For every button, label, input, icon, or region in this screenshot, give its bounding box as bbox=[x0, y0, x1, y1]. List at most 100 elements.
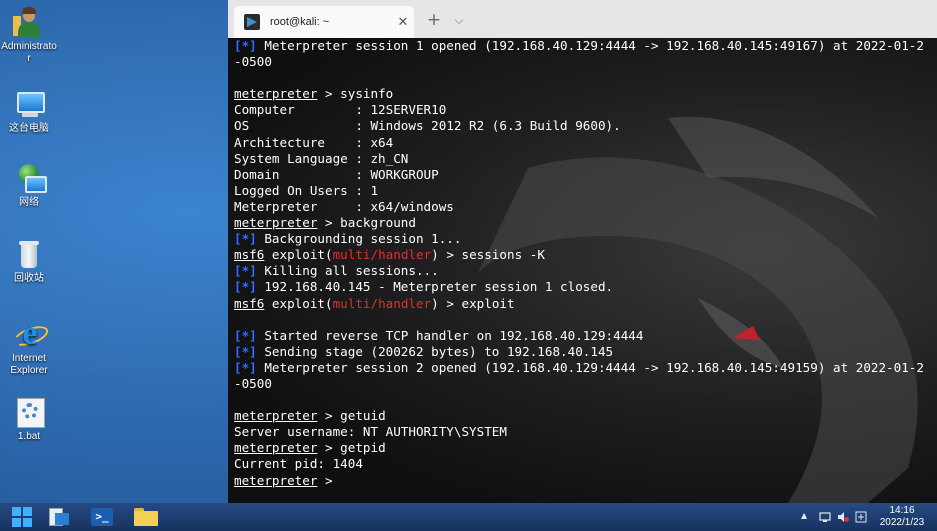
terminal-text: Meterpreter session 2 opened (192.168.40… bbox=[256, 359, 924, 375]
terminal-text: multi/handler bbox=[332, 295, 432, 311]
terminal-icon bbox=[244, 14, 260, 30]
taskbar-powershell[interactable]: >_ bbox=[80, 503, 124, 531]
clock-date: 2022/1/23 bbox=[879, 517, 925, 528]
terminal-line: [*] 192.168.40.145 - Meterpreter session… bbox=[234, 279, 937, 295]
desktop-icon-label: 网络 bbox=[19, 197, 39, 208]
terminal-line: Computer : 12SERVER10 bbox=[234, 102, 937, 118]
terminal-line: msf6 exploit(multi/handler) > sessions -… bbox=[234, 247, 937, 263]
clock[interactable]: 14:16 2022/1/23 bbox=[877, 505, 927, 529]
terminal-line: Architecture : x64 bbox=[234, 135, 937, 151]
terminal-line: meterpreter > sysinfo bbox=[234, 86, 937, 102]
terminal-line: Current pid: 1404 bbox=[234, 456, 937, 472]
desktop-icon-this-pc[interactable]: 这台电脑 bbox=[0, 88, 58, 135]
desktop-icon-label: 1.bat bbox=[17, 431, 41, 442]
terminal-text: meterpreter bbox=[234, 440, 318, 456]
show-hidden-icons-icon[interactable]: ▲ bbox=[801, 511, 807, 520]
terminal-line: OS : Windows 2012 R2 (6.3 Build 9600). bbox=[234, 118, 937, 134]
terminal-line: [*] Meterpreter session 2 opened (192.16… bbox=[234, 360, 937, 376]
terminal-text: OS : Windows 2012 R2 (6.3 Build 9600). bbox=[234, 118, 621, 134]
volume-muted-icon[interactable] bbox=[837, 511, 849, 523]
internet-explorer-icon: e bbox=[11, 317, 51, 351]
system-tray: ▲ 14:16 2022/1/23 bbox=[797, 503, 937, 531]
close-tab-icon[interactable]: ✕ bbox=[392, 15, 414, 30]
terminal-line: [*] Backgrounding session 1... bbox=[234, 231, 937, 247]
terminal-text: -0500 bbox=[234, 375, 272, 391]
terminal-line: Logged On Users : 1 bbox=[234, 183, 937, 199]
terminal-text: > sysinfo bbox=[317, 86, 394, 102]
desktop-icon-administrator[interactable]: Administrator bbox=[0, 6, 58, 65]
terminal-text: [*] bbox=[234, 231, 257, 247]
desktop-icon-label: 这台电脑 bbox=[9, 123, 49, 134]
input-method-icon[interactable] bbox=[855, 511, 867, 523]
desktop-icon-label: Internet Explorer bbox=[10, 353, 48, 376]
terminal-text: Logged On Users : 1 bbox=[234, 182, 379, 198]
recycle-bin-icon bbox=[13, 238, 45, 270]
terminal-output[interactable]: [*] Meterpreter session 1 opened (192.16… bbox=[228, 38, 937, 503]
terminal-line: meterpreter > getpid bbox=[234, 440, 937, 456]
desktop-icon-label: Administrator bbox=[1, 41, 57, 64]
clock-time: 14:16 bbox=[889, 505, 915, 516]
terminal-line: -0500 bbox=[234, 376, 937, 392]
terminal-line: Meterpreter : x64/windows bbox=[234, 199, 937, 215]
terminal-text: > getpid bbox=[317, 440, 386, 456]
terminal-text: exploit( bbox=[264, 295, 333, 311]
terminal-text: ) > exploit bbox=[431, 295, 515, 311]
terminal-text: Sending stage (200262 bytes) to 192.168.… bbox=[256, 343, 614, 359]
powershell-icon: >_ bbox=[91, 508, 113, 526]
terminal-text: Domain : WORKGROUP bbox=[234, 166, 439, 182]
terminal-text: [*] bbox=[234, 343, 257, 359]
terminal-text: > background bbox=[317, 215, 416, 231]
tab-dropdown-icon[interactable]: ⌵ bbox=[450, 9, 468, 31]
terminal-text: -0500 bbox=[234, 54, 272, 70]
desktop-icon-recycle-bin[interactable]: 回收站 bbox=[0, 238, 58, 285]
taskbar-file-explorer[interactable] bbox=[124, 503, 168, 531]
terminal-text: [*] bbox=[234, 327, 257, 343]
terminal-text: Current pid: 1404 bbox=[234, 456, 363, 472]
terminal-text: meterpreter bbox=[234, 472, 318, 488]
terminal-text: msf6 bbox=[234, 295, 265, 311]
terminal-line: meterpreter > bbox=[234, 473, 937, 489]
terminal-line: [*] Started reverse TCP handler on 192.1… bbox=[234, 328, 937, 344]
terminal-text: [*] bbox=[234, 263, 257, 279]
terminal-line: Domain : WORKGROUP bbox=[234, 167, 937, 183]
terminal-text: Architecture : x64 bbox=[234, 134, 394, 150]
terminal-lines: [*] Meterpreter session 1 opened (192.16… bbox=[234, 38, 937, 489]
terminal-text: Computer : 12SERVER10 bbox=[234, 102, 447, 118]
desktop-icon-internet-explorer[interactable]: e Internet Explorer bbox=[0, 317, 58, 377]
batch-file-icon bbox=[13, 396, 45, 428]
network-tray-icon[interactable] bbox=[819, 511, 831, 523]
server-manager-icon bbox=[47, 508, 69, 526]
taskbar-server-manager[interactable] bbox=[36, 503, 80, 531]
terminal-text: meterpreter bbox=[234, 86, 318, 102]
desktop-icon-label: 回收站 bbox=[14, 273, 44, 284]
terminal-line: [*] Sending stage (200262 bytes) to 192.… bbox=[234, 344, 937, 360]
terminal-line: [*] Meterpreter session 1 opened (192.16… bbox=[234, 38, 937, 54]
folder-icon bbox=[134, 508, 158, 526]
desktop-icon-network[interactable]: 网络 bbox=[0, 162, 58, 209]
tab-title: root@kali: ~ bbox=[270, 16, 330, 28]
terminal-text: msf6 bbox=[234, 247, 265, 263]
terminal-text: exploit( bbox=[264, 247, 333, 263]
terminal-window[interactable]: root@kali: ~ ✕ + ⌵ [*] Meterpreter sessi… bbox=[228, 0, 937, 503]
terminal-line: [*] Killing all sessions... bbox=[234, 263, 937, 279]
user-folder-icon bbox=[13, 6, 45, 38]
terminal-line: System Language : zh_CN bbox=[234, 151, 937, 167]
terminal-tab[interactable]: root@kali: ~ ✕ bbox=[234, 6, 414, 38]
terminal-text: Server username: NT AUTHORITY\SYSTEM bbox=[234, 424, 507, 440]
new-tab-button[interactable]: + bbox=[424, 9, 444, 31]
terminal-text: 192.168.40.145 - Meterpreter session 1 c… bbox=[256, 279, 614, 295]
terminal-line: Server username: NT AUTHORITY\SYSTEM bbox=[234, 424, 937, 440]
terminal-text: Meterpreter session 1 opened (192.168.40… bbox=[256, 38, 924, 53]
terminal-text: [*] bbox=[234, 359, 257, 375]
terminal-line: -0500 bbox=[234, 54, 937, 70]
terminal-text: Killing all sessions... bbox=[256, 263, 439, 279]
terminal-text: multi/handler bbox=[332, 247, 432, 263]
desktop: Administrator 这台电脑 网络 回收站 e Internet Exp… bbox=[0, 0, 228, 503]
title-bar[interactable]: root@kali: ~ ✕ + ⌵ bbox=[228, 0, 937, 38]
terminal-line: meterpreter > getuid bbox=[234, 408, 937, 424]
desktop-icon-1-bat[interactable]: 1.bat bbox=[0, 396, 58, 443]
terminal-text: > bbox=[317, 472, 341, 488]
terminal-text: > getuid bbox=[317, 408, 386, 424]
